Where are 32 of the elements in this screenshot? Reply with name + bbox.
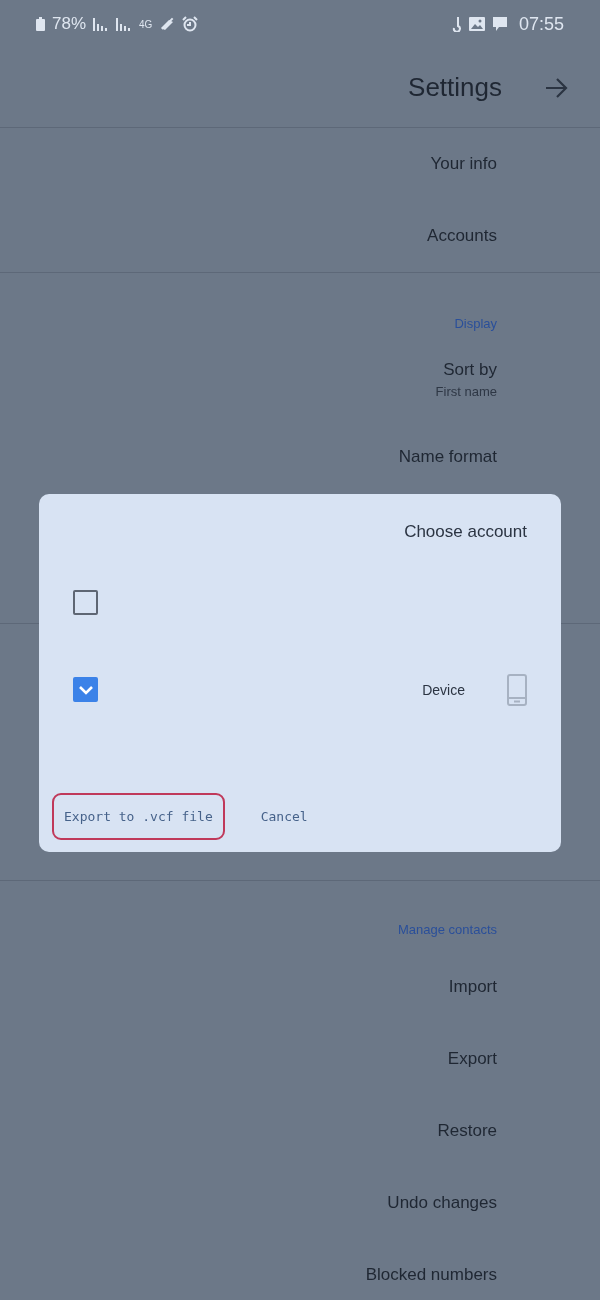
section-header: Manage contacts (398, 921, 497, 939)
check-icon (77, 683, 94, 696)
phone-icon (507, 673, 527, 706)
setting-item[interactable]: Sort by (443, 359, 497, 380)
setting-item[interactable]: Undo changes (387, 1193, 497, 1213)
setting-item[interactable]: Import (448, 977, 497, 997)
battery-percent: 78% (52, 14, 87, 34)
account-name: Device (422, 681, 465, 698)
setting-item[interactable]: Export (447, 1049, 497, 1069)
dialog-button[interactable]: Export to .vcf file (52, 793, 225, 840)
clock-time: 07:55 (518, 13, 564, 35)
hook-icon (451, 16, 462, 32)
battery-icon (36, 17, 45, 31)
section-header: Display (454, 315, 497, 333)
message-icon (491, 16, 508, 32)
setting-item[interactable]: Blocked numbers (365, 1265, 497, 1285)
back-arrow-icon (544, 77, 568, 98)
dialog-title: Choose account (403, 522, 527, 543)
signal-icon (116, 17, 133, 31)
image-icon (468, 17, 485, 31)
checkbox[interactable] (73, 589, 98, 615)
network-type: 4G (139, 18, 153, 30)
setting-value: First name (435, 383, 497, 399)
checkbox[interactable] (73, 677, 98, 702)
setting-item[interactable]: Accounts (427, 226, 497, 246)
page-title: Settings (408, 72, 502, 103)
setting-item[interactable]: Your info (430, 154, 497, 174)
alarm-icon (182, 16, 199, 32)
signal-icon (93, 17, 110, 31)
setting-item[interactable]: Name format (398, 447, 497, 467)
setting-item[interactable]: Restore (437, 1121, 497, 1141)
dialog-button[interactable]: Cancel (248, 793, 320, 840)
